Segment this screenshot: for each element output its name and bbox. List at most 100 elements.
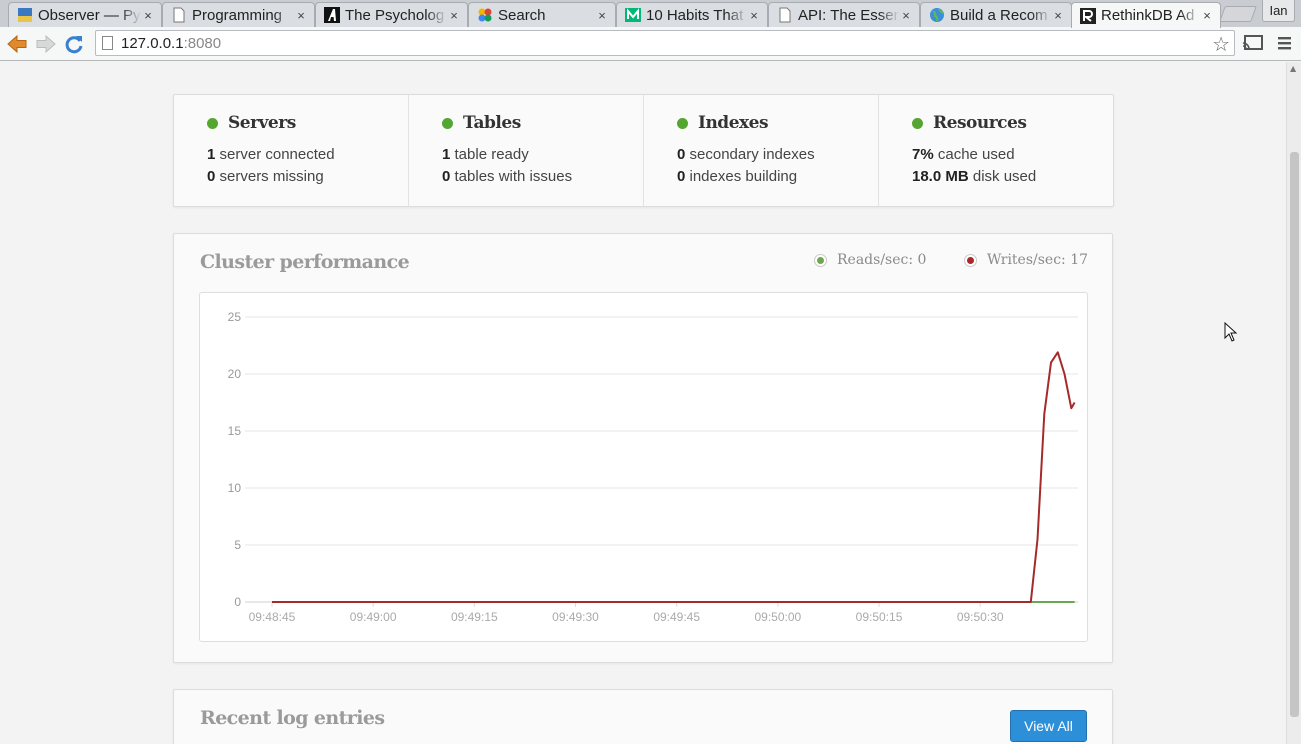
tab-close-icon[interactable]: × [447,8,461,23]
y-tick-label: 5 [234,538,241,552]
stat-line: 0 indexes building [677,168,798,185]
x-tick-label: 09:49:15 [451,610,498,624]
writes-series-line [272,351,1076,603]
stat-line: 0 servers missing [207,168,324,185]
writes-label: Writes/sec: 17 [987,252,1089,268]
y-tick-label: 0 [234,595,241,609]
scroll-thumb[interactable] [1290,152,1299,717]
x-tick-label: 09:50:15 [856,610,903,624]
page-scrollbar[interactable]: ▲ [1286,62,1301,744]
tab-programming[interactable]: Programming × [162,2,315,27]
page-icon [102,36,113,50]
tables-panel: Tables 1 table ready 0 tables with issue… [409,95,644,206]
view-all-button[interactable]: View All [1010,710,1087,742]
bookmark-star-icon[interactable]: ☆ [1212,32,1230,56]
address-bar[interactable]: 127.0.0.1:8080 ☆ [95,30,1235,56]
writes-legend-icon [964,253,977,267]
tab-close-icon[interactable]: × [141,8,155,23]
cast-icon[interactable] [1242,33,1264,53]
reads-legend-icon [814,253,827,267]
performance-chart: 0 5 10 15 20 25 09:48:45 09:49:00 09:49:15 09:49:… [199,292,1088,642]
tab-close-icon[interactable]: × [1051,8,1065,23]
tab-title: API: The Essen [798,6,899,24]
page-viewport: Servers 1 server connected 0 servers mis… [0,62,1286,744]
stat-line: 0 secondary indexes [677,146,815,163]
observer-favicon-icon [17,7,33,23]
y-tick-label: 25 [228,310,242,324]
tab-close-icon[interactable]: × [294,8,308,23]
tab-recommendation[interactable]: Build a Recom × [920,2,1072,27]
x-tick-label: 09:50:30 [957,610,1004,624]
tab-title: Programming [192,6,283,24]
reload-button[interactable] [61,31,87,57]
x-tick-label: 09:48:45 [249,610,296,624]
stat-line: 18.0 MB disk used [912,168,1037,185]
stat-line: 1 server connected [207,146,335,163]
y-tick-label: 10 [228,481,242,495]
tab-strip: Observer — Py × Programming × The Psycho… [0,0,1301,28]
scroll-up-icon[interactable]: ▲ [1290,64,1296,73]
atlantic-favicon-icon [324,7,340,23]
document-favicon-icon [171,7,187,23]
url-text: 127.0.0.1:8080 [121,35,222,52]
y-tick-label: 15 [228,424,242,438]
globe-favicon-icon [929,7,945,23]
panel-title: Servers [228,113,296,133]
panel-title: Recent log entries [200,707,385,729]
panel-title: Indexes [698,113,769,133]
tab-psychology[interactable]: The Psycholog × [315,2,468,27]
tab-api[interactable]: API: The Essen × [768,2,920,27]
stat-line: 1 table ready [442,146,529,163]
tab-title: The Psycholog [345,6,445,24]
panel-title: Cluster performance [200,251,410,273]
legend-writes: Writes/sec: 17 [964,252,1088,268]
servers-panel: Servers 1 server connected 0 servers mis… [174,95,409,206]
tab-search[interactable]: Search × [468,2,616,27]
y-tick-label: 20 [228,367,242,381]
indexes-panel: Indexes 0 secondary indexes 0 indexes bu… [644,95,879,206]
browser-toolbar: 127.0.0.1:8080 ☆ [0,27,1301,61]
back-arrow-icon [7,34,27,54]
tab-close-icon[interactable]: × [1200,8,1214,23]
status-dot-icon [442,117,453,129]
search-favicon-icon [477,7,493,23]
forward-arrow-icon [36,34,56,54]
cluster-performance-panel: Cluster performance Reads/sec: 0 Writes/… [173,233,1113,663]
tab-title: RethinkDB Ad [1101,7,1195,24]
x-tick-label: 09:49:45 [653,610,700,624]
x-tick-label: 09:50:00 [754,610,801,624]
rethinkdb-favicon-icon [1080,7,1096,24]
chart-svg: 0 5 10 15 20 25 09:48:45 09:49:00 09:49:15 09:49:… [228,310,1078,624]
back-button[interactable] [4,31,30,57]
new-tab-button[interactable] [1219,6,1257,22]
legend-reads: Reads/sec: 0 [814,252,926,268]
panel-title: Tables [463,113,521,133]
panel-title: Resources [933,113,1027,133]
reload-icon [65,36,83,54]
status-dot-icon [677,117,688,129]
tab-close-icon[interactable]: × [747,8,761,23]
resources-panel: Resources 7% cache used 18.0 MB disk use… [879,95,1113,206]
status-summary: Servers 1 server connected 0 servers mis… [173,94,1114,207]
tab-close-icon[interactable]: × [899,8,913,23]
medium-favicon-icon [625,7,641,23]
tab-title: 10 Habits That [646,6,744,24]
menu-icon[interactable] [1276,33,1294,53]
tab-habits[interactable]: 10 Habits That × [616,2,768,27]
status-dot-icon [912,117,923,129]
profile-button[interactable]: Ian [1262,0,1295,22]
tab-title: Search [498,6,546,24]
status-dot-icon [207,117,218,129]
x-tick-label: 09:49:30 [552,610,599,624]
x-tick-label: 09:49:00 [350,610,397,624]
forward-button[interactable] [33,31,59,57]
tab-title: Observer — Py [38,6,141,24]
reads-label: Reads/sec: 0 [837,252,927,268]
tab-close-icon[interactable]: × [595,8,609,23]
mouse-cursor-icon [1224,322,1238,342]
stat-line: 7% cache used [912,146,1015,163]
stat-line: 0 tables with issues [442,168,573,185]
tab-rethinkdb[interactable]: RethinkDB Ad × [1071,2,1221,28]
recent-logs-panel: Recent log entries View All [173,689,1113,744]
tab-observer[interactable]: Observer — Py × [8,2,162,27]
